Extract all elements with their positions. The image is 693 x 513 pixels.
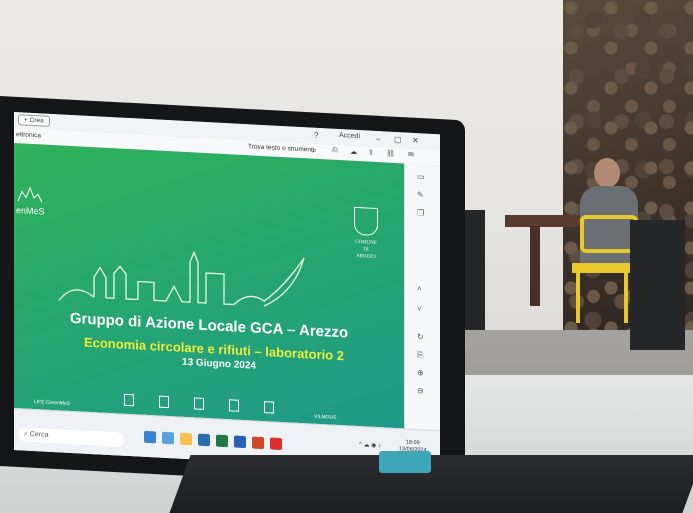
municipality-crest-icon: [229, 399, 239, 412]
powerpoint-icon[interactable]: [252, 436, 264, 450]
store-icon[interactable]: [198, 433, 210, 447]
rotate-icon[interactable]: ↻: [417, 332, 424, 341]
horse-shield-icon: [354, 206, 378, 237]
photo-scene: + Crea ? Accedi – ▢ ✕ ettronica Trova te…: [0, 0, 693, 513]
print-icon[interactable]: ⎙: [332, 147, 338, 155]
chair-leg: [576, 273, 580, 323]
laptop-hinge-accent: [379, 451, 431, 473]
laptop-keyboard: [169, 455, 693, 513]
chair-leg: [624, 273, 628, 323]
municipality-crest-icon: [124, 393, 134, 407]
city-skyline-icon: [58, 250, 305, 307]
help-icon[interactable]: ?: [314, 131, 318, 140]
yellow-chair: [572, 215, 638, 323]
vilmous-label: VILMOUS: [314, 413, 337, 421]
document-tab[interactable]: ettronica: [16, 131, 41, 139]
comment-icon[interactable]: ▭: [417, 172, 425, 181]
minimize-icon[interactable]: –: [376, 134, 380, 143]
pages-icon[interactable]: ❐: [417, 208, 424, 217]
life-greenmes-label: LIFE GreenMeS: [34, 399, 71, 407]
person-head: [594, 158, 620, 188]
zoom-out-icon[interactable]: ⊖: [417, 386, 424, 395]
find-tools-field[interactable]: Trova testo o strumenti: [248, 143, 314, 153]
start-icon[interactable]: [144, 430, 156, 444]
email-icon[interactable]: ✉: [408, 151, 414, 159]
system-tray[interactable]: ^ ☁ ◉ ♪: [359, 441, 381, 449]
search-placeholder: Cerca: [29, 430, 49, 439]
greenmes-logo: enMeS: [16, 183, 50, 217]
comune-line2: DI: [363, 247, 369, 253]
presentation-slide: enMeS COMUNE DI AREZZO Gruppo di Azione …: [14, 143, 404, 429]
signin-link[interactable]: Accedi: [339, 132, 360, 140]
comune-line3: AREZZO: [356, 253, 376, 260]
edge-icon[interactable]: [162, 431, 174, 445]
link-icon[interactable]: ⛓: [386, 149, 395, 157]
share-icon[interactable]: ⇪: [368, 149, 374, 157]
clock-time: 18:09: [405, 439, 420, 447]
close-icon[interactable]: ✕: [412, 136, 419, 145]
excel-icon[interactable]: [216, 434, 228, 448]
municipality-crest-icon: [159, 395, 169, 409]
laptop-screen: + Crea ? Accedi – ▢ ✕ ettronica Trova te…: [14, 112, 440, 473]
taskbar-search[interactable]: ⌕ Cerca: [18, 427, 124, 447]
acrobat-icon[interactable]: [270, 437, 282, 451]
word-icon[interactable]: [234, 435, 246, 449]
comune-line1: COMUNE: [355, 239, 377, 247]
municipality-crest-icon: [194, 397, 204, 410]
page-down-icon[interactable]: ˅: [417, 304, 422, 313]
city-logo-icon: [17, 186, 43, 203]
zoom-in-icon[interactable]: ⊕: [417, 368, 424, 377]
search-icon[interactable]: ⌕: [312, 146, 316, 156]
logo-text: enMeS: [16, 205, 45, 217]
edit-icon[interactable]: ✎: [417, 190, 424, 199]
maximize-icon[interactable]: ▢: [394, 135, 402, 144]
dark-chair: [630, 220, 685, 350]
save-icon[interactable]: ⎘: [417, 350, 423, 360]
page-up-icon[interactable]: ˄: [417, 284, 422, 293]
comune-arezzo-emblem: COMUNE DI AREZZO: [344, 206, 388, 261]
cloud-icon[interactable]: ☁: [350, 148, 357, 156]
table-leg: [530, 226, 540, 306]
folder-icon[interactable]: [180, 432, 192, 446]
chair-seat: [572, 263, 632, 273]
new-button[interactable]: + Crea: [18, 114, 50, 127]
municipality-crest-icon: [264, 401, 274, 414]
pdf-side-panel: ▭ ✎ ❐ ˄ ˅ ↻ ⎘ ⊕ ⊖: [404, 163, 440, 431]
